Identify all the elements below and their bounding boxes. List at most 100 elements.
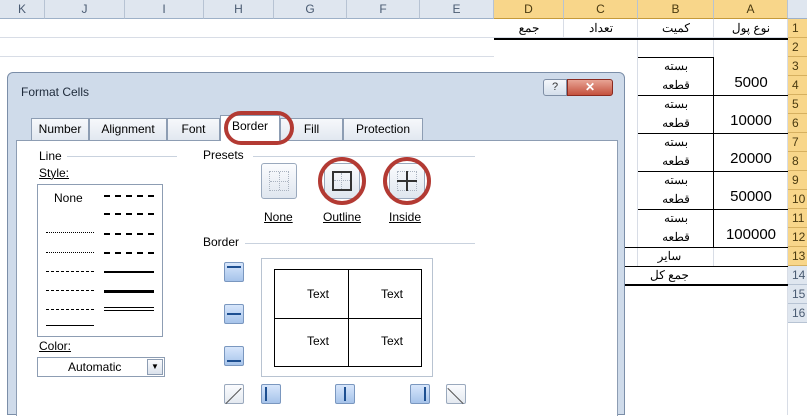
row-header[interactable]: 11 (788, 209, 807, 228)
row-header[interactable]: 13 (788, 247, 807, 266)
column-header-c[interactable]: C (564, 0, 638, 19)
border-middle-vertical-button[interactable] (335, 384, 355, 404)
line-style-thick[interactable] (104, 290, 154, 293)
cell[interactable] (0, 19, 494, 38)
cell-qty[interactable]: بسته (638, 97, 714, 114)
border-group-label: Border (203, 235, 240, 249)
row-header[interactable]: 14 (788, 266, 807, 285)
border-right-button[interactable] (410, 384, 430, 404)
border-top-button[interactable] (224, 262, 244, 282)
row-header[interactable]: 16 (788, 304, 807, 323)
cell-header-a[interactable]: نوع پول (714, 21, 788, 38)
close-button[interactable]: ✕ (567, 79, 613, 96)
cell[interactable] (625, 38, 638, 266)
row-header[interactable]: 7 (788, 133, 807, 152)
column-header-a[interactable]: A (714, 0, 788, 19)
help-button[interactable]: ? (543, 79, 567, 96)
row-header[interactable]: 15 (788, 285, 807, 304)
cell-denomination[interactable]: 5000 (714, 74, 788, 94)
border-left-button[interactable] (261, 384, 281, 404)
border-preview[interactable]: Text Text Text Text (261, 258, 433, 377)
line-style-dash-dot[interactable] (46, 290, 94, 291)
cell[interactable] (0, 38, 494, 57)
style-label: Style: (39, 166, 70, 180)
line-style-thin[interactable] (46, 325, 94, 326)
cell-qty[interactable]: قطعه (638, 154, 714, 171)
row-header[interactable]: 2 (788, 38, 807, 57)
cell-border (625, 247, 788, 248)
cell-qty[interactable]: قطعه (638, 192, 714, 209)
cell-qty[interactable]: قطعه (638, 78, 714, 95)
column-header-g[interactable]: G (274, 0, 347, 19)
border-middle-horizontal-button[interactable] (224, 304, 244, 324)
cell-denomination[interactable]: 100000 (714, 226, 788, 246)
color-value: Automatic (68, 360, 122, 374)
border-horizontal-icon (227, 313, 241, 315)
column-header-e[interactable]: E (420, 0, 494, 19)
column-header-d[interactable]: D (494, 0, 564, 19)
preset-none-icon (269, 171, 289, 191)
cell-header-d[interactable]: جمع (494, 21, 564, 38)
line-style-none[interactable]: None (54, 191, 83, 205)
border-diagonal-up-button[interactable] (224, 384, 244, 405)
cell-grand-total[interactable]: جمع کل (625, 268, 714, 285)
select-all-corner[interactable] (788, 0, 807, 19)
cell-qty[interactable]: بسته (638, 173, 714, 190)
line-style-medium-dash-dot-dot[interactable] (104, 195, 154, 197)
row-header[interactable]: 4 (788, 76, 807, 95)
column-header-k[interactable]: K (0, 0, 45, 19)
line-style-dotted[interactable] (46, 252, 94, 253)
line-style-double[interactable] (104, 307, 154, 311)
cell-denomination[interactable]: 50000 (714, 188, 788, 208)
cell-qty[interactable]: قطعه (638, 116, 714, 133)
line-style-medium-dash-dot[interactable] (104, 233, 154, 235)
border-bottom-icon (227, 360, 241, 362)
cell[interactable] (625, 266, 788, 415)
group-separator (67, 156, 177, 157)
row-header[interactable]: 5 (788, 95, 807, 114)
row-header[interactable]: 10 (788, 190, 807, 209)
column-header-i[interactable]: I (125, 0, 204, 19)
preset-none-button[interactable] (261, 163, 297, 199)
row-header[interactable]: 8 (788, 152, 807, 171)
column-header-j[interactable]: J (45, 0, 125, 19)
column-header-f[interactable]: F (347, 0, 420, 19)
table-border (494, 38, 788, 40)
cell-qty[interactable]: بسته (638, 59, 714, 76)
column-header-b[interactable]: B (638, 0, 714, 19)
dropdown-arrow-icon[interactable]: ▼ (147, 359, 163, 375)
cell-border (713, 57, 714, 247)
tab-alignment[interactable]: Alignment (89, 118, 167, 140)
border-diagonal-down-button[interactable] (446, 384, 466, 405)
row-header[interactable]: 9 (788, 171, 807, 190)
border-bottom-button[interactable] (224, 346, 244, 366)
diagonal-down-icon (447, 387, 464, 405)
cell-border (625, 266, 788, 267)
column-header-h[interactable]: H (204, 0, 274, 19)
row-header[interactable]: 12 (788, 228, 807, 247)
line-style-medium-dashed[interactable] (104, 252, 154, 254)
cell-qty[interactable]: قطعه (638, 230, 714, 247)
line-style-dashed[interactable] (46, 309, 94, 310)
cell-denomination[interactable]: 20000 (714, 150, 788, 170)
tab-number[interactable]: Number (31, 118, 89, 140)
color-dropdown[interactable]: Automatic ▼ (37, 357, 165, 377)
line-style-hair[interactable] (46, 232, 94, 233)
row-header[interactable]: 1 (788, 19, 807, 38)
cell-header-b[interactable]: کمیت (638, 21, 714, 38)
cell-header-c[interactable]: تعداد (564, 21, 638, 38)
row-header[interactable]: 3 (788, 57, 807, 76)
cell-other[interactable]: سایر (625, 249, 714, 266)
row-header[interactable]: 6 (788, 114, 807, 133)
tab-font[interactable]: Font (167, 118, 220, 140)
line-style-slant-dash-dot[interactable] (104, 213, 154, 215)
cell-denomination[interactable]: 10000 (714, 112, 788, 132)
line-style-dash-dot-dot[interactable] (46, 271, 94, 272)
border-right-icon (424, 387, 426, 401)
group-separator (253, 156, 475, 157)
line-style-list[interactable]: None (37, 184, 163, 337)
cell-qty[interactable]: بسته (638, 211, 714, 228)
tab-protection[interactable]: Protection (343, 118, 423, 140)
cell-qty[interactable]: بسته (638, 135, 714, 152)
line-style-medium[interactable] (104, 271, 154, 273)
